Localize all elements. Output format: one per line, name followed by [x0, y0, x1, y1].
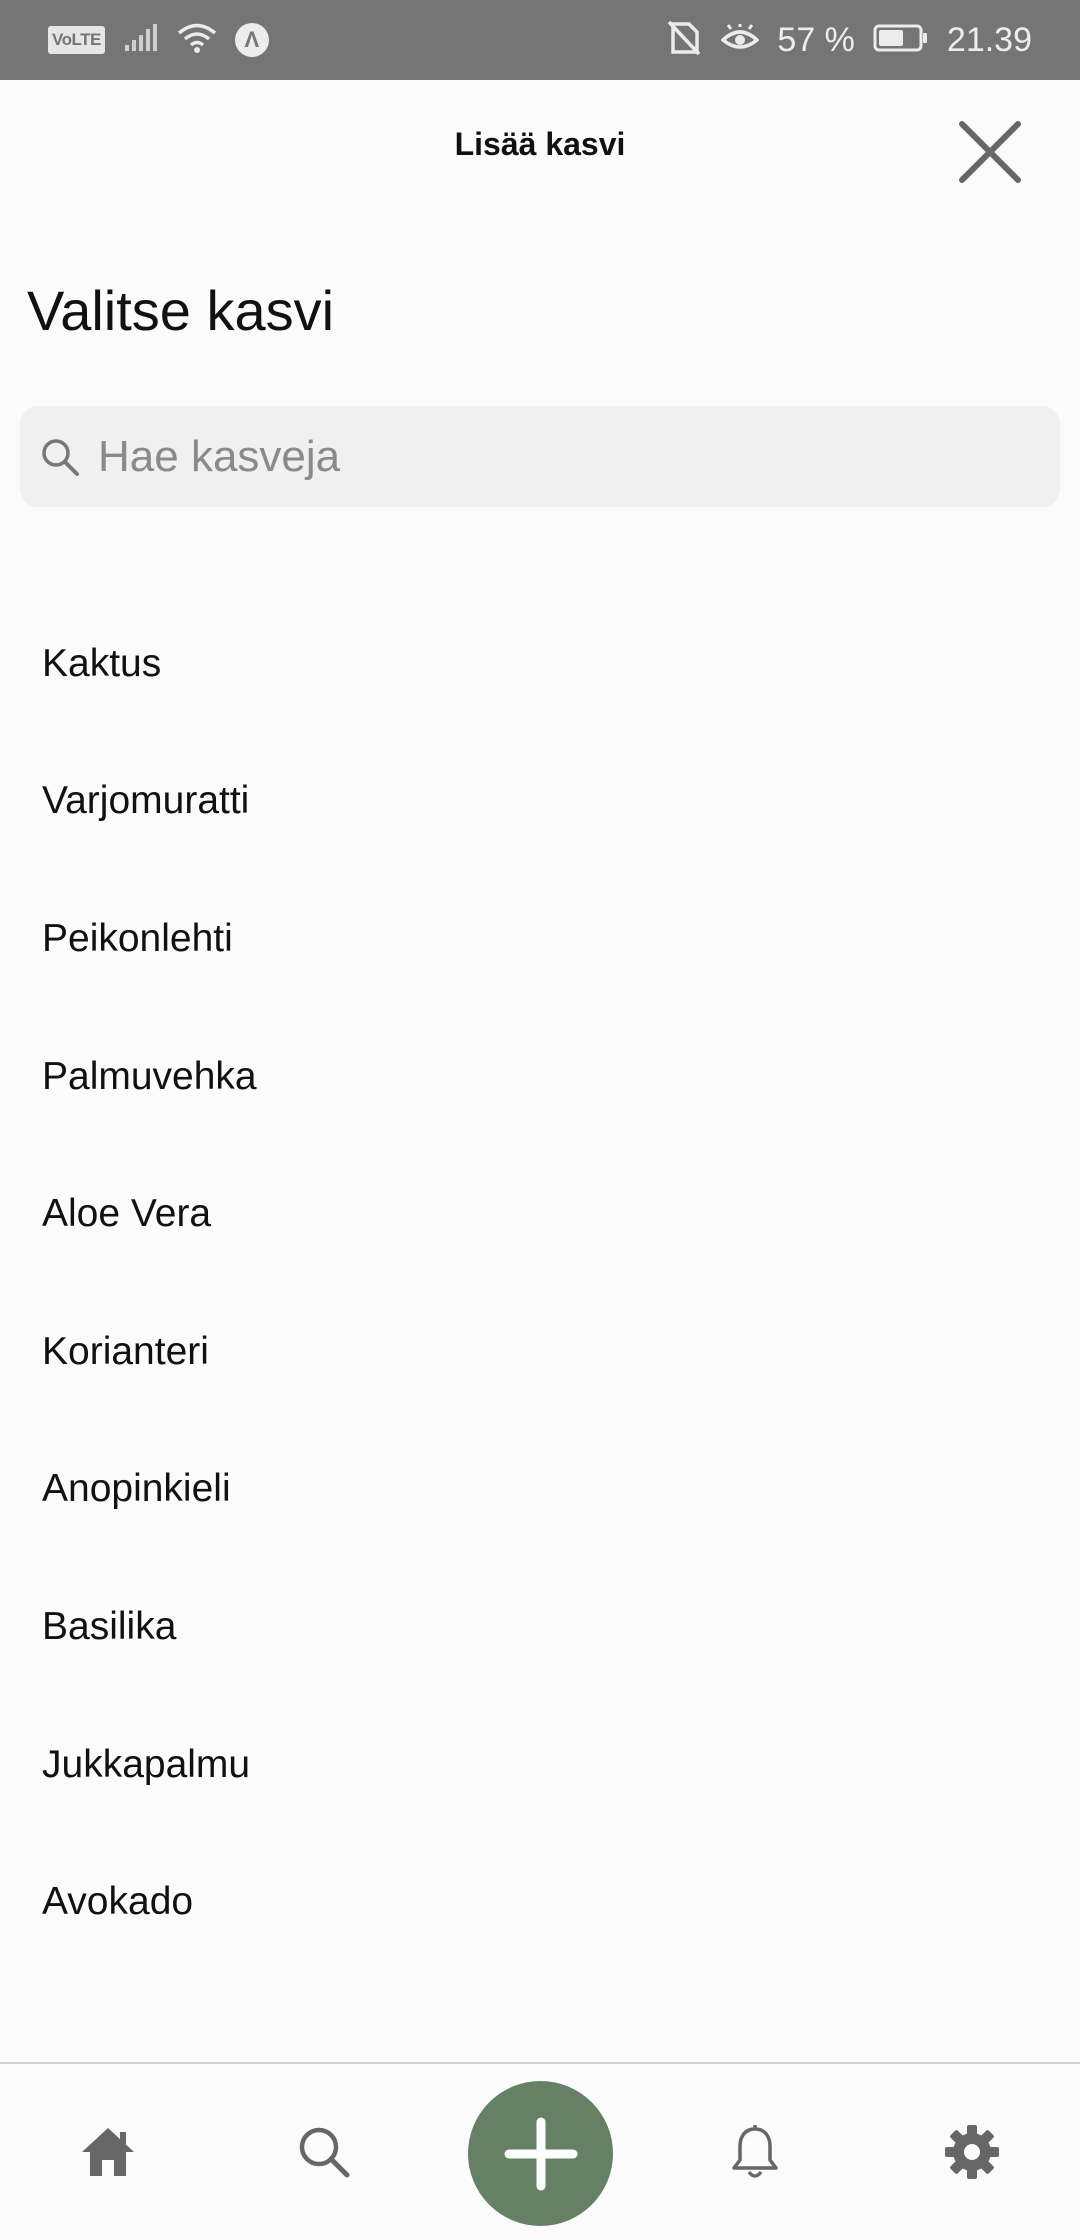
list-item-label: Basilika	[42, 1604, 177, 1648]
list-item[interactable]: Avokado	[0, 1833, 1080, 1971]
search-input[interactable]	[96, 416, 1060, 497]
status-right: 57 % 21.39	[665, 20, 1032, 61]
list-item-label: Palmuvehka	[42, 1054, 257, 1098]
status-bar: VoLTE Λ 57 % 21.39	[0, 0, 1080, 80]
list-item-label: Korianteri	[42, 1329, 209, 1373]
nav-search-button[interactable]	[264, 2064, 384, 2240]
list-item-label: Anopinkieli	[42, 1467, 231, 1511]
list-item[interactable]: Anopinkieli	[0, 1421, 1080, 1559]
list-item[interactable]: Korianteri	[0, 1283, 1080, 1421]
list-item[interactable]: Aloe Vera	[0, 1145, 1080, 1283]
close-icon	[959, 121, 1021, 183]
clock: 21.39	[946, 20, 1032, 59]
list-item-label: Kaktus	[42, 641, 162, 685]
list-item[interactable]: Kaktus	[0, 595, 1080, 733]
home-icon	[82, 2128, 134, 2176]
list-item-label: Avokado	[42, 1880, 194, 1924]
bell-icon	[732, 2125, 778, 2178]
list-item[interactable]: Basilika	[0, 1558, 1080, 1696]
list-item-label: Aloe Vera	[42, 1192, 212, 1236]
list-item-label: Varjomuratti	[42, 779, 250, 823]
volte-badge: VoLTE	[48, 26, 105, 54]
list-item[interactable]: Jukkapalmu	[0, 1696, 1080, 1834]
add-plant-button[interactable]	[468, 2081, 613, 2226]
a-badge-icon: Λ	[234, 23, 269, 57]
search-icon	[299, 2127, 350, 2178]
no-sim-icon	[665, 20, 703, 61]
list-item[interactable]: Palmuvehka	[0, 1008, 1080, 1146]
bottom-nav	[0, 2062, 1080, 2240]
signal-icon	[123, 23, 159, 58]
search-icon	[38, 435, 82, 479]
battery-icon	[873, 23, 929, 58]
wifi-icon	[177, 22, 217, 59]
nav-notifications-button[interactable]	[695, 2064, 815, 2240]
status-left: VoLTE Λ	[48, 22, 269, 59]
list-item-label: Peikonlehti	[42, 916, 233, 960]
list-item[interactable]: Peikonlehti	[0, 870, 1080, 1008]
add-icon	[504, 2117, 577, 2190]
close-button[interactable]	[950, 112, 1030, 192]
page-title: Valitse kasvi	[27, 279, 335, 342]
modal-header: Lisää kasvi	[0, 80, 1080, 212]
nav-home-button[interactable]	[48, 2064, 168, 2240]
search-box[interactable]	[20, 406, 1060, 507]
battery-percent: 57 %	[777, 20, 855, 59]
plant-list: Kaktus Varjomuratti Peikonlehti Palmuveh…	[0, 595, 1080, 1971]
header-title: Lisää kasvi	[454, 126, 626, 162]
list-item-label: Jukkapalmu	[42, 1742, 251, 1786]
nav-settings-button[interactable]	[912, 2064, 1032, 2240]
eye-icon	[720, 23, 761, 57]
gear-icon	[945, 2125, 999, 2179]
list-item[interactable]: Varjomuratti	[0, 733, 1080, 871]
